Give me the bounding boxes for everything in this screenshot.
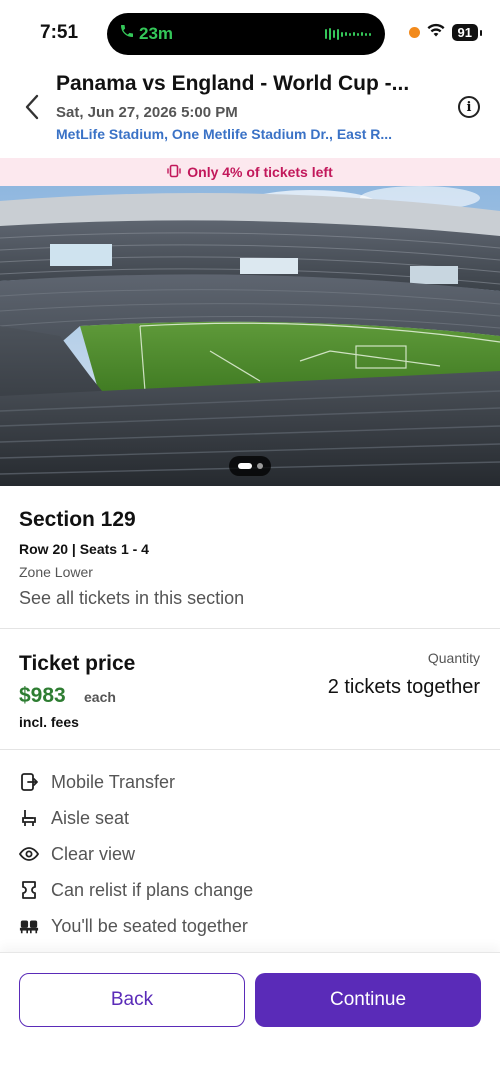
section-title: Section 129 xyxy=(19,508,136,531)
feature-label: You'll be seated together xyxy=(51,915,248,936)
status-indicators: 91 xyxy=(408,22,483,43)
bottom-action-bar: Back Continue xyxy=(0,952,500,1085)
audio-wave-icon xyxy=(325,28,371,40)
seat-view-image[interactable] xyxy=(0,186,500,486)
price-block: Ticket price $983 each incl. fees Quanti… xyxy=(0,630,500,748)
back-chevron-icon[interactable] xyxy=(22,92,42,122)
quantity-label: Quantity xyxy=(427,650,480,666)
wifi-icon xyxy=(426,22,446,43)
feature-label: Can relist if plans change xyxy=(51,879,254,900)
price-each-label: each xyxy=(84,689,116,705)
scarcity-text: Only 4% of tickets left xyxy=(187,164,333,180)
divider xyxy=(0,749,500,750)
section-info: Section 129 Row 20 | Seats 1 - 4 Zone Lo… xyxy=(0,486,500,628)
zone-label: Zone Lower xyxy=(19,564,93,580)
event-venue-link[interactable]: MetLife Stadium, One Metlife Stadium Dr.… xyxy=(56,126,452,142)
ticket-icon xyxy=(19,880,39,900)
pager-dot xyxy=(256,463,263,469)
image-pager[interactable] xyxy=(229,456,271,476)
continue-button[interactable]: Continue xyxy=(255,973,481,1027)
feature-item: You'll be seated together xyxy=(19,913,248,939)
phone-icon xyxy=(119,23,135,44)
scarcity-banner: Only 4% of tickets left xyxy=(0,158,500,186)
aisle-seat-icon xyxy=(19,808,39,828)
feature-item: Clear view xyxy=(19,841,135,867)
dynamic-island[interactable]: 23m xyxy=(107,13,385,55)
battery-icon: 91 xyxy=(451,24,483,41)
feature-label: Aisle seat xyxy=(51,807,130,828)
status-bar: 7:51 23m 91 xyxy=(0,0,500,64)
eye-icon xyxy=(19,844,39,864)
mobile-transfer-icon xyxy=(19,772,39,792)
feature-label: Mobile Transfer xyxy=(51,771,176,792)
pager-dot-active xyxy=(237,463,252,469)
ticket-price-value: $983 xyxy=(19,684,66,707)
microphone-indicator-icon xyxy=(408,27,420,38)
quantity-value: 2 tickets together xyxy=(327,676,480,698)
call-duration: 23m xyxy=(139,23,174,43)
active-call-indicator: 23m xyxy=(119,23,173,44)
event-datetime: Sat, Jun 27, 2026 5:00 PM xyxy=(56,104,238,121)
feature-item: Mobile Transfer xyxy=(19,769,175,795)
event-header: Panama vs England - World Cup -... Sat, … xyxy=(0,68,500,156)
feature-item: Aisle seat xyxy=(19,805,129,831)
price-fees-note: incl. fees xyxy=(19,714,79,730)
event-title: Panama vs England - World Cup -... xyxy=(56,72,410,95)
row-seats: Row 20 | Seats 1 - 4 xyxy=(19,541,149,557)
feature-label: Clear view xyxy=(51,843,136,864)
seats-together-icon xyxy=(19,916,39,936)
phone-vibrate-icon xyxy=(167,164,181,181)
ticket-price-label: Ticket price xyxy=(19,652,136,675)
back-button[interactable]: Back xyxy=(19,973,245,1027)
divider xyxy=(0,628,500,629)
info-icon[interactable]: i xyxy=(458,96,480,118)
status-time: 7:51 xyxy=(40,22,79,43)
see-all-tickets-link[interactable]: See all tickets in this section xyxy=(19,588,244,609)
feature-item: Can relist if plans change xyxy=(19,877,253,903)
